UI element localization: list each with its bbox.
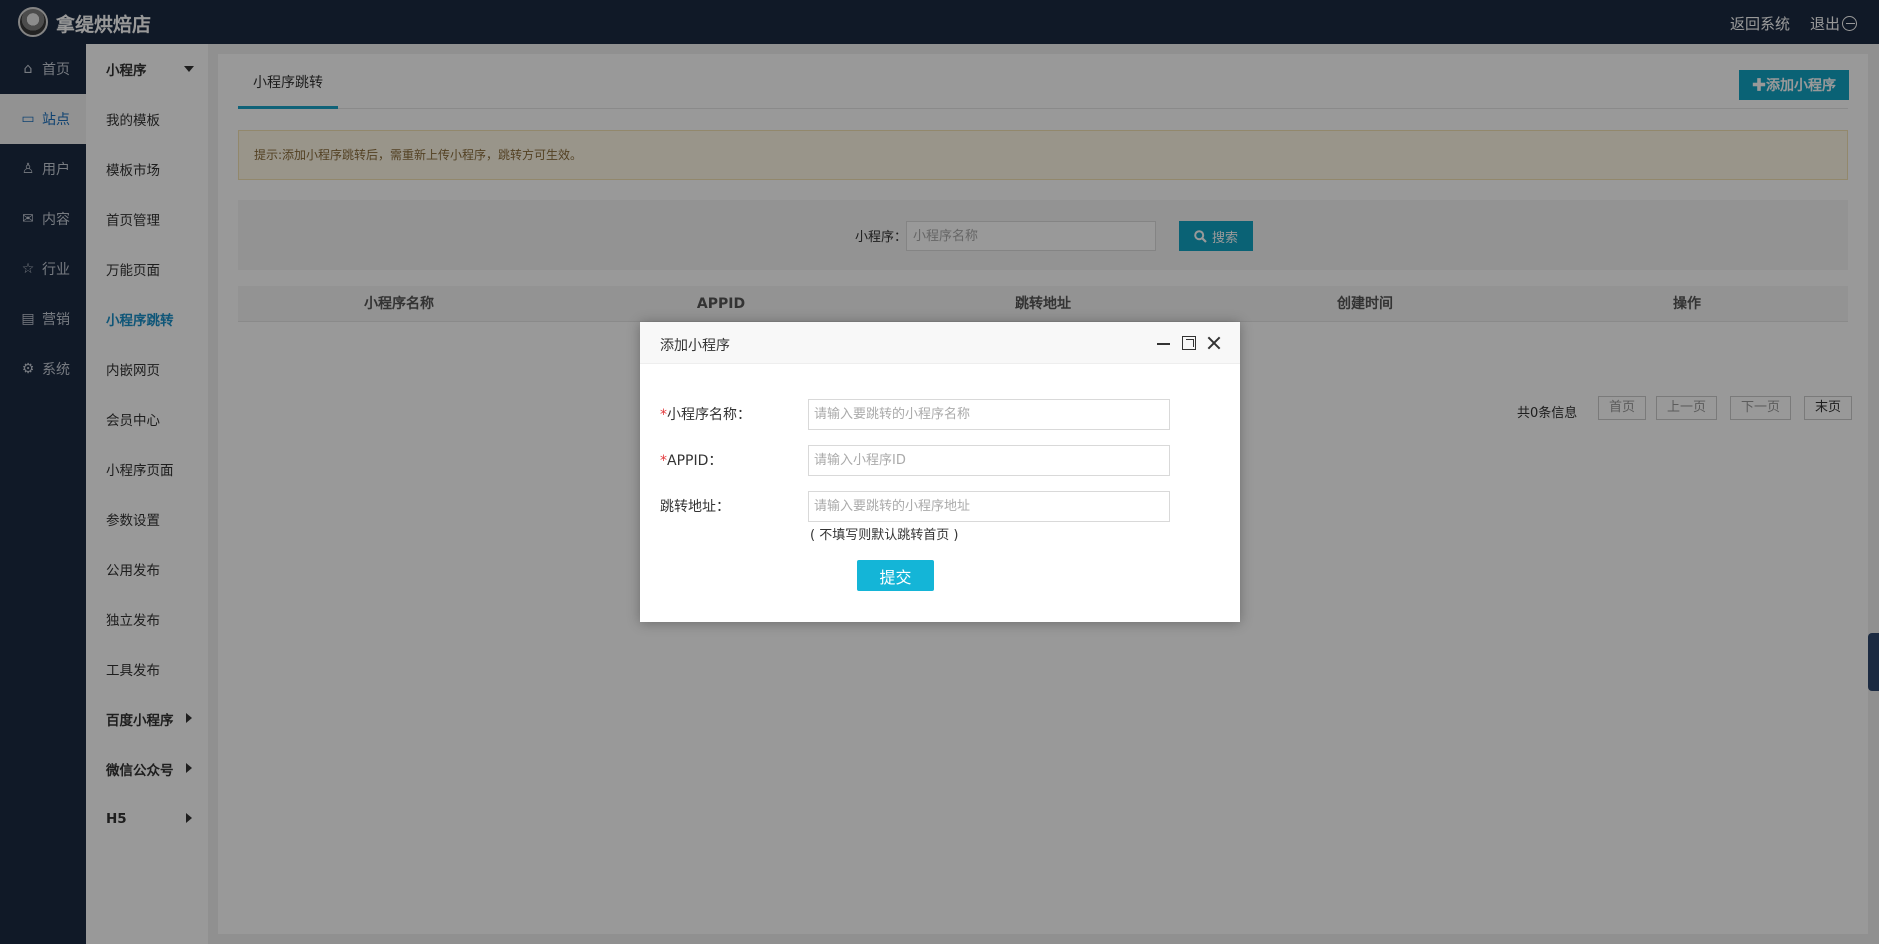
minimize-icon[interactable] bbox=[1156, 335, 1172, 351]
dialog-title: 添加小程序 bbox=[660, 338, 730, 354]
close-icon[interactable] bbox=[1206, 335, 1222, 351]
jump-url-input[interactable] bbox=[808, 491, 1170, 522]
field-label-appid: *APPID： bbox=[660, 450, 722, 470]
maximize-icon[interactable] bbox=[1182, 336, 1196, 350]
jump-url-hint: ( 不填写则默认跳转首页 ) bbox=[810, 528, 959, 543]
side-toolbar-handle[interactable] bbox=[1868, 633, 1879, 691]
field-label-text: 小程序名称： bbox=[667, 407, 751, 423]
required-mark: * bbox=[660, 407, 667, 423]
appid-input[interactable] bbox=[808, 445, 1170, 476]
field-label-name: *小程序名称： bbox=[660, 404, 751, 424]
required-mark: * bbox=[660, 453, 667, 469]
add-miniprogram-dialog: 添加小程序 *小程序名称： *APPID： 跳转地址： ( 不填写则默认跳转首页… bbox=[640, 322, 1240, 622]
submit-button[interactable]: 提交 bbox=[857, 560, 934, 591]
field-label-text: APPID： bbox=[667, 453, 723, 469]
dialog-header: 添加小程序 bbox=[640, 322, 1240, 364]
field-label-jump-url: 跳转地址： bbox=[660, 499, 730, 515]
miniprogram-name-input[interactable] bbox=[808, 399, 1170, 430]
